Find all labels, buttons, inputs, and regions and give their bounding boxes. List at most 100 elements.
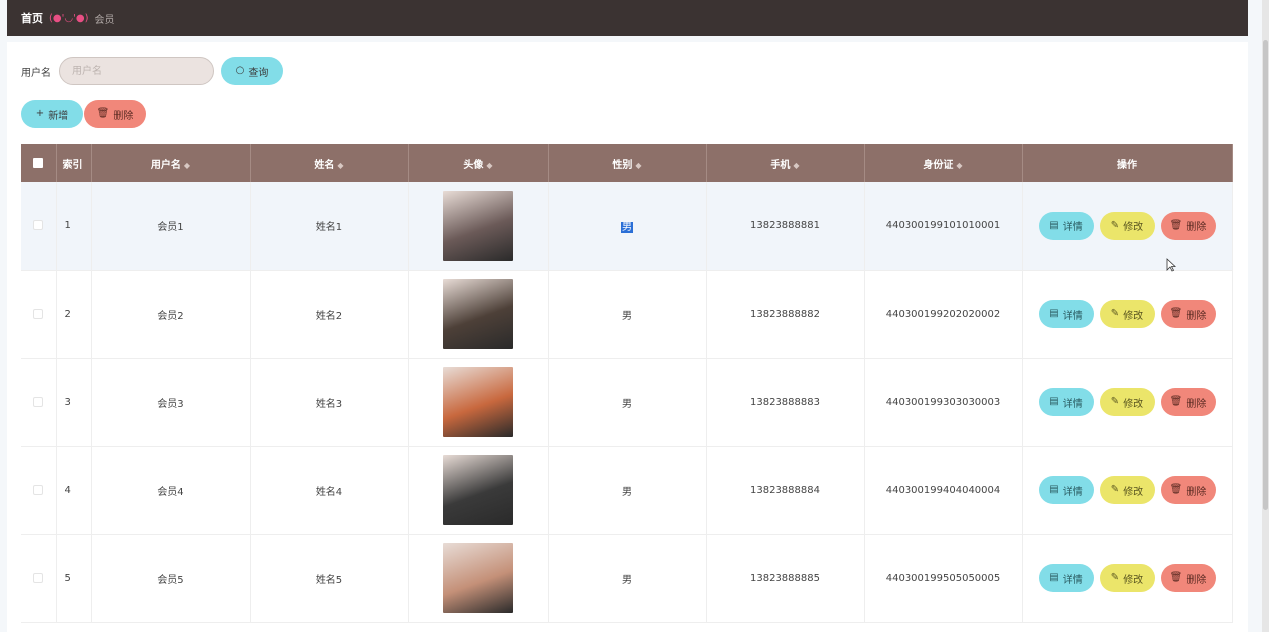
- row-checkbox[interactable]: [33, 484, 44, 495]
- row-checkbox[interactable]: [33, 396, 44, 407]
- row-avatar-cell: [408, 182, 549, 271]
- breadcrumb-current: 会员: [94, 14, 115, 26]
- action-bar: + 新增 🗑 删除: [21, 100, 146, 128]
- detail-button[interactable]: ▤ 详情: [1038, 476, 1094, 504]
- delete-label: 删除: [1186, 574, 1207, 586]
- row-name: 姓名2: [250, 270, 409, 359]
- header-operations: 操作: [1022, 144, 1233, 182]
- row-gender-cell: 男: [548, 182, 707, 271]
- row-phone: 13823888884: [706, 446, 865, 535]
- row-username: 会员1: [91, 182, 251, 271]
- delete-button[interactable]: 🗑 删除: [1160, 564, 1216, 592]
- table-row: 3 会员3 姓名3 男 13823888883 4403001993030300…: [21, 358, 1233, 447]
- document-icon: ▤: [1049, 219, 1059, 231]
- page: 首页 (●'◡'●) 会员 用户名 ○ 查询 + 新增 🗑 删除: [0, 0, 1269, 632]
- add-button-label: 新增: [48, 110, 69, 122]
- select-all-cell: [21, 144, 57, 182]
- username-search-input[interactable]: [59, 57, 214, 85]
- document-icon: ▤: [1049, 396, 1059, 407]
- row-phone: 13823888883: [706, 358, 865, 447]
- detail-button[interactable]: ▤ 详情: [1038, 564, 1094, 592]
- breadcrumb-emoticon: (●'◡'●): [49, 12, 89, 24]
- row-index: 2: [56, 270, 92, 359]
- row-phone: 13823888881: [706, 182, 865, 271]
- row-name: 姓名5: [250, 534, 409, 623]
- header-name[interactable]: 姓名 ◆: [250, 144, 409, 182]
- row-username: 会员3: [91, 358, 251, 447]
- header-gender-label: 性别: [612, 159, 633, 171]
- row-ops-cell: ▤ 详情 ✎ 修改 🗑 删除: [1022, 534, 1233, 623]
- edit-button[interactable]: ✎ 修改: [1099, 211, 1155, 240]
- delete-label: 删除: [1186, 398, 1207, 410]
- row-ops-cell: ▤ 详情 ✎ 修改 🗑 删除: [1022, 270, 1233, 359]
- row-index: 3: [56, 358, 92, 447]
- delete-button[interactable]: 🗑 删除: [1160, 300, 1216, 328]
- row-checkbox[interactable]: [33, 308, 44, 319]
- row-phone: 13823888885: [706, 534, 865, 623]
- delete-label: 删除: [1186, 222, 1207, 234]
- sort-icon: ◆: [337, 160, 344, 170]
- query-button-label: 查询: [248, 67, 269, 79]
- row-actions: ▤ 详情 ✎ 修改 🗑 删除: [1023, 564, 1232, 592]
- row-username: 会员2: [91, 270, 251, 359]
- row-ops-cell: ▤ 详情 ✎ 修改 🗑 删除: [1022, 358, 1233, 447]
- breadcrumb-home[interactable]: 首页: [21, 10, 43, 26]
- header-avatar[interactable]: 头像 ◆: [408, 144, 549, 182]
- sort-icon: ◆: [635, 160, 642, 170]
- detail-button[interactable]: ▤ 详情: [1038, 388, 1094, 416]
- content-panel: 用户名 ○ 查询 + 新增 🗑 删除 索: [7, 42, 1248, 632]
- pencil-icon: ✎: [1110, 219, 1120, 231]
- header-username[interactable]: 用户名 ◆: [91, 144, 251, 182]
- delete-label: 删除: [1186, 310, 1207, 322]
- header-phone[interactable]: 手机 ◆: [706, 144, 865, 182]
- delete-button[interactable]: 🗑 删除: [1160, 388, 1216, 416]
- header-avatar-label: 头像: [463, 159, 484, 171]
- query-button[interactable]: ○ 查询: [221, 57, 283, 85]
- select-all-checkbox[interactable]: [33, 157, 44, 168]
- header-id-card-label: 身份证: [923, 159, 954, 171]
- trash-icon: 🗑: [1169, 484, 1183, 495]
- detail-button[interactable]: ▤ 详情: [1038, 211, 1094, 240]
- header-gender[interactable]: 性别 ◆: [548, 144, 707, 182]
- header-username-label: 用户名: [150, 159, 181, 171]
- detail-button[interactable]: ▤ 详情: [1038, 300, 1094, 328]
- row-id-card: 440300199505050005: [864, 534, 1023, 623]
- detail-label: 详情: [1062, 310, 1083, 322]
- table-row: 2 会员2 姓名2 男 13823888882 4403001992020200…: [21, 270, 1233, 359]
- row-select-cell: [21, 270, 57, 359]
- row-name: 姓名1: [250, 182, 409, 271]
- row-index: 1: [56, 182, 92, 271]
- mouse-cursor-icon: [1166, 258, 1176, 272]
- avatar: [443, 543, 513, 613]
- row-gender: 男: [621, 222, 633, 234]
- delete-button[interactable]: 🗑 删除: [1160, 211, 1216, 240]
- row-select-cell: [21, 534, 57, 623]
- row-id-card: 440300199202020002: [864, 270, 1023, 359]
- header-id-card[interactable]: 身份证 ◆: [864, 144, 1023, 182]
- sort-icon: ◆: [183, 160, 191, 170]
- row-username: 会员5: [91, 534, 251, 623]
- delete-button[interactable]: 🗑 删除: [1160, 476, 1216, 504]
- row-checkbox[interactable]: [33, 220, 44, 231]
- row-actions: ▤ 详情 ✎ 修改 🗑 删除: [1023, 300, 1232, 328]
- sort-icon: ◆: [956, 160, 963, 170]
- batch-delete-button[interactable]: 🗑 删除: [84, 100, 146, 128]
- pencil-icon: ✎: [1110, 572, 1120, 583]
- vertical-scrollbar-thumb[interactable]: [1263, 40, 1268, 510]
- trash-icon: 🗑: [96, 108, 110, 119]
- row-name: 姓名3: [250, 358, 409, 447]
- trash-icon: 🗑: [1169, 308, 1183, 319]
- edit-button[interactable]: ✎ 修改: [1099, 564, 1155, 592]
- member-table: 索引 用户名 ◆ 姓名 ◆ 头像 ◆ 性别 ◆ 手机 ◆ 身份证 ◆ 操作 1 会员1 姓名…: [21, 144, 1233, 623]
- batch-delete-label: 删除: [113, 110, 134, 122]
- trash-icon: 🗑: [1169, 396, 1183, 407]
- delete-label: 删除: [1186, 486, 1207, 498]
- add-button[interactable]: + 新增: [21, 100, 83, 128]
- edit-button[interactable]: ✎ 修改: [1099, 300, 1155, 328]
- pencil-icon: ✎: [1110, 396, 1120, 407]
- row-username: 会员4: [91, 446, 251, 535]
- edit-button[interactable]: ✎ 修改: [1099, 388, 1155, 416]
- edit-button[interactable]: ✎ 修改: [1099, 476, 1155, 504]
- row-gender: 男: [548, 358, 707, 447]
- row-checkbox[interactable]: [33, 572, 44, 583]
